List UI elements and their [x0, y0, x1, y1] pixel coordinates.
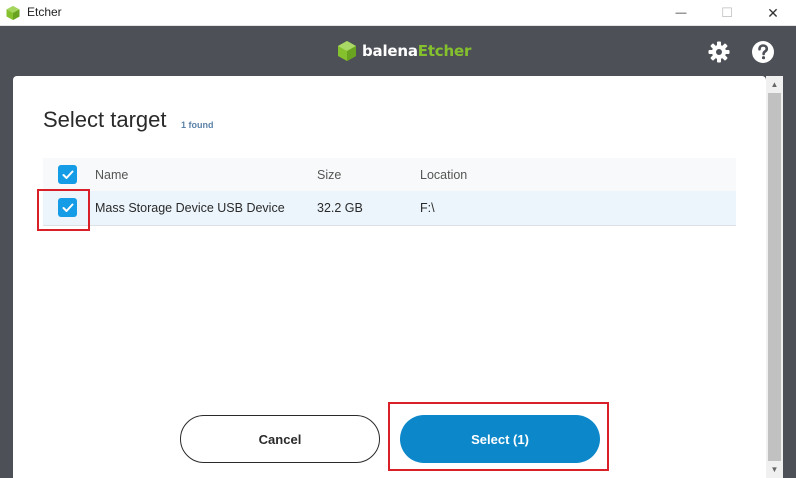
highlight-select-button	[388, 402, 609, 471]
modal-scrollbar[interactable]: ▲ ▼	[766, 76, 783, 478]
minimize-button[interactable]: —	[658, 0, 704, 26]
etcher-cube-icon	[338, 41, 356, 61]
window-titlebar: Etcher — ☐ ✕	[0, 0, 796, 26]
scroll-up-arrow-icon[interactable]: ▲	[766, 76, 783, 93]
balena-etcher-logo: balenaEtcher	[337, 40, 471, 62]
column-header-size[interactable]: Size	[317, 158, 341, 191]
column-header-name[interactable]: Name	[95, 158, 128, 191]
help-question-icon[interactable]	[751, 40, 775, 64]
found-count: 1 found	[181, 120, 214, 130]
table-row[interactable]: Mass Storage Device USB Device 32.2 GB F…	[43, 191, 736, 226]
app-header: balenaEtcher	[0, 26, 796, 76]
maximize-button[interactable]: ☐	[704, 0, 750, 26]
window-title: Etcher	[27, 5, 62, 19]
highlight-row-checkbox	[37, 189, 90, 231]
etcher-app-icon	[6, 6, 20, 20]
table-header: Name Size Location	[43, 158, 736, 192]
window-right-edge	[783, 76, 796, 478]
settings-gear-icon[interactable]	[707, 40, 731, 64]
checkmark-icon	[62, 170, 73, 179]
scroll-thumb[interactable]	[768, 93, 781, 461]
modal-title: Select target	[43, 107, 167, 132]
brand-name: balenaEtcher	[362, 42, 472, 60]
drive-size: 32.2 GB	[317, 201, 363, 215]
cancel-button[interactable]: Cancel	[180, 415, 380, 463]
column-header-location[interactable]: Location	[420, 158, 467, 191]
drive-name: Mass Storage Device USB Device	[95, 201, 285, 215]
close-icon: ✕	[767, 4, 779, 21]
select-all-checkbox[interactable]	[58, 165, 77, 184]
close-window-button[interactable]: ✕	[750, 0, 796, 26]
drive-location: F:\	[420, 201, 435, 215]
scroll-down-arrow-icon[interactable]: ▼	[766, 461, 783, 478]
minimize-icon: —	[675, 7, 687, 19]
maximize-icon: ☐	[721, 5, 733, 20]
